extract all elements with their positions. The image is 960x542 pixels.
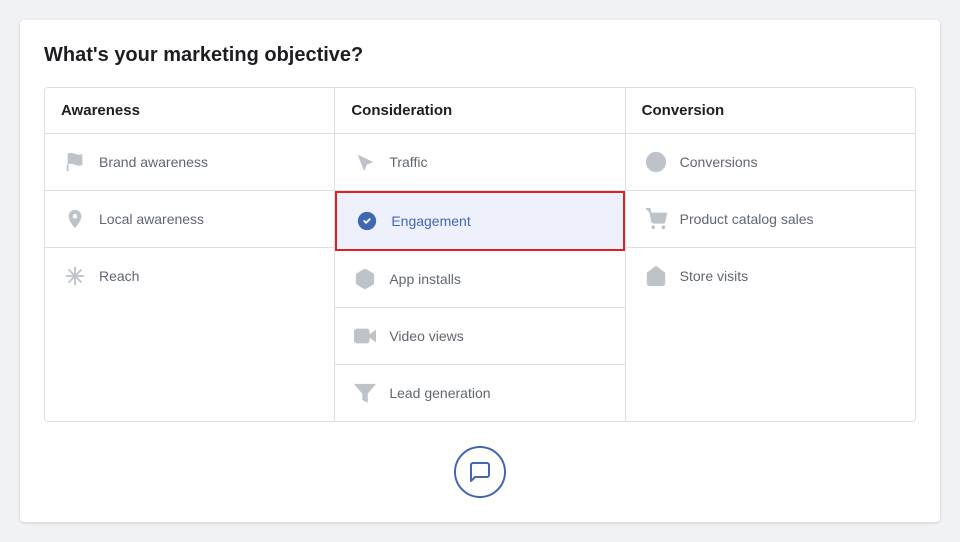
column-header-conversion: Conversion [626, 88, 915, 134]
footer-chat-button[interactable] [454, 446, 506, 498]
menu-item-label-traffic: Traffic [389, 154, 427, 170]
cursor-icon [351, 148, 379, 176]
menu-item-label-reach: Reach [99, 268, 139, 284]
flag-icon [61, 148, 89, 176]
menu-item-engagement[interactable]: Engagement [335, 191, 624, 251]
column-consideration: Consideration Traffic Engagement App instal… [335, 88, 625, 421]
check-circle-icon [353, 207, 381, 235]
store-icon [642, 262, 670, 290]
menu-item-video-views[interactable]: Video views [335, 308, 624, 365]
menu-item-label-conversions: Conversions [680, 154, 758, 170]
column-conversion: Conversion Conversions Product catalog sal… [626, 88, 915, 421]
menu-item-label-brand-awareness: Brand awareness [99, 154, 208, 170]
menu-item-label-lead-generation: Lead generation [389, 385, 490, 401]
menu-item-label-app-installs: App installs [389, 271, 461, 287]
pin-icon [61, 205, 89, 233]
box-icon [351, 265, 379, 293]
menu-item-label-local-awareness: Local awareness [99, 211, 204, 227]
menu-item-conversions[interactable]: Conversions [626, 134, 915, 191]
menu-item-local-awareness[interactable]: Local awareness [45, 191, 334, 248]
menu-item-brand-awareness[interactable]: Brand awareness [45, 134, 334, 191]
main-container: What's your marketing objective? Awarene… [20, 20, 940, 522]
column-header-consideration: Consideration [335, 88, 624, 134]
menu-item-label-engagement: Engagement [391, 213, 470, 229]
asterisk-icon [61, 262, 89, 290]
menu-item-product-catalog-sales[interactable]: Product catalog sales [626, 191, 915, 248]
cart-icon [642, 205, 670, 233]
menu-item-label-product-catalog-sales: Product catalog sales [680, 211, 814, 227]
filter-icon [351, 379, 379, 407]
column-header-awareness: Awareness [45, 88, 334, 134]
video-icon [351, 322, 379, 350]
menu-item-label-store-visits: Store visits [680, 268, 748, 284]
menu-item-reach[interactable]: Reach [45, 248, 334, 304]
menu-item-lead-generation[interactable]: Lead generation [335, 365, 624, 421]
menu-item-traffic[interactable]: Traffic [335, 134, 624, 191]
column-awareness: Awareness Brand awareness Local awareness R… [45, 88, 335, 421]
menu-item-store-visits[interactable]: Store visits [626, 248, 915, 304]
page-title: What's your marketing objective? [44, 44, 916, 67]
objective-columns: Awareness Brand awareness Local awareness R… [44, 87, 916, 422]
menu-item-label-video-views: Video views [389, 328, 463, 344]
globe-icon [642, 148, 670, 176]
footer [44, 446, 916, 498]
menu-item-app-installs[interactable]: App installs [335, 251, 624, 308]
